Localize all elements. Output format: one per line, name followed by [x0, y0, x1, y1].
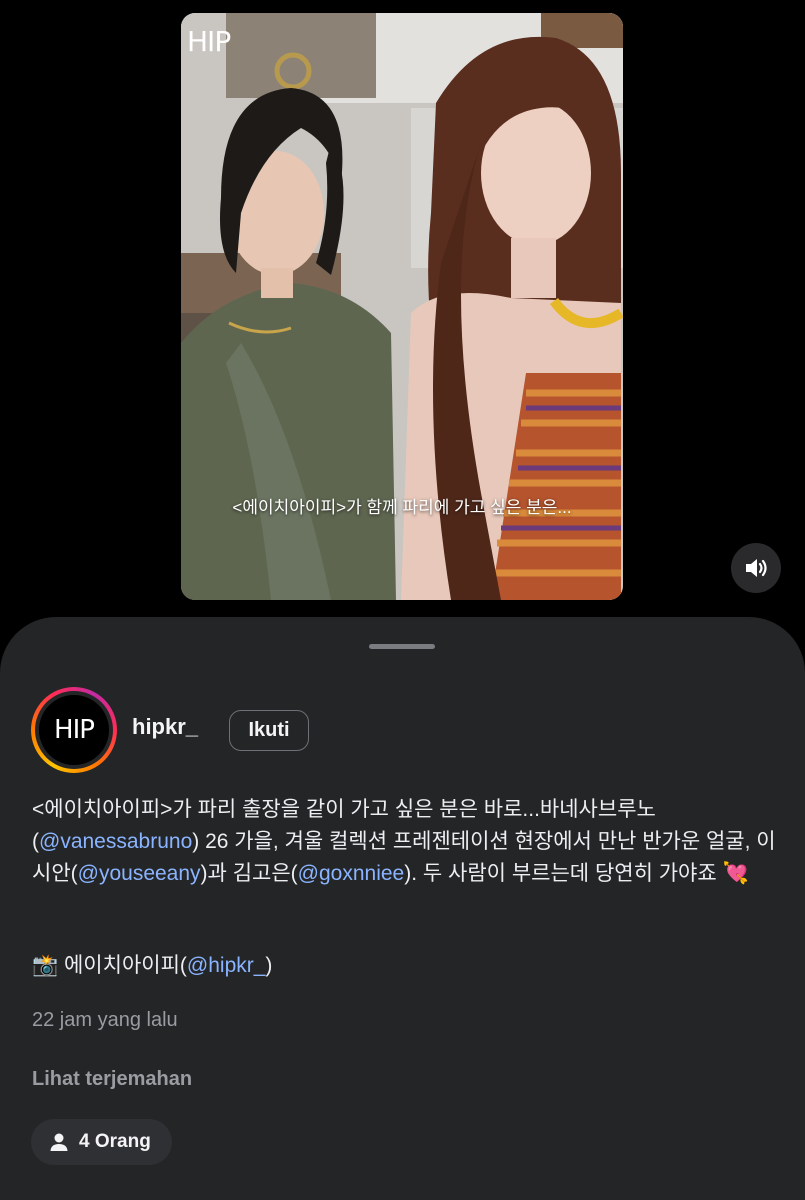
mention-link[interactable]: @hipkr_	[187, 954, 266, 977]
caption-text: ). 두 사람이 부르는데 당연히 가야죠 💘	[404, 862, 749, 885]
post-timestamp: 22 jam yang lalu	[32, 1009, 178, 1031]
credit-text: 📸 에이치아이피(	[32, 954, 187, 977]
volume-icon	[746, 559, 767, 577]
see-translation-link[interactable]: Lihat terjemahan	[32, 1068, 192, 1091]
story-ring[interactable]: HIP	[31, 687, 117, 773]
avatar[interactable]: HIP	[39, 695, 109, 765]
mention-link[interactable]: @goxnniee	[298, 862, 405, 885]
credit-text: )	[265, 954, 273, 977]
post-details-sheet: HIP hipkr_ Ikuti <에이치아이피>가 파리 출장을 같이 가고 …	[0, 617, 805, 1200]
person-icon	[50, 1133, 68, 1151]
follow-button[interactable]: Ikuti	[229, 710, 309, 751]
tagged-people-count: 4 Orang	[79, 1131, 151, 1152]
photo-credit: 📸 에이치아이피(@hipkr_)	[32, 950, 272, 982]
mention-link[interactable]: @youseeany	[78, 862, 201, 885]
sheet-drag-handle[interactable]	[369, 644, 435, 649]
video-caption: <에이치아이피>가 함께 파리에 가고 싶은 분은...	[232, 498, 572, 517]
sound-toggle-button[interactable]	[731, 543, 781, 593]
caption-text: )과 김고은(	[200, 862, 298, 885]
post-caption: <에이치아이피>가 파리 출장을 같이 가고 싶은 분은 바로...바네사브루노…	[32, 794, 777, 890]
tagged-people-button[interactable]: 4 Orang	[31, 1119, 172, 1165]
video-logo: HIP	[187, 25, 231, 58]
mention-link[interactable]: @vanessabruno	[39, 830, 192, 853]
video-player[interactable]: HIP <에이치아이피>가 함께 파리에 가고 싶은 분은...	[181, 13, 623, 600]
username-link[interactable]: hipkr_	[132, 714, 198, 740]
